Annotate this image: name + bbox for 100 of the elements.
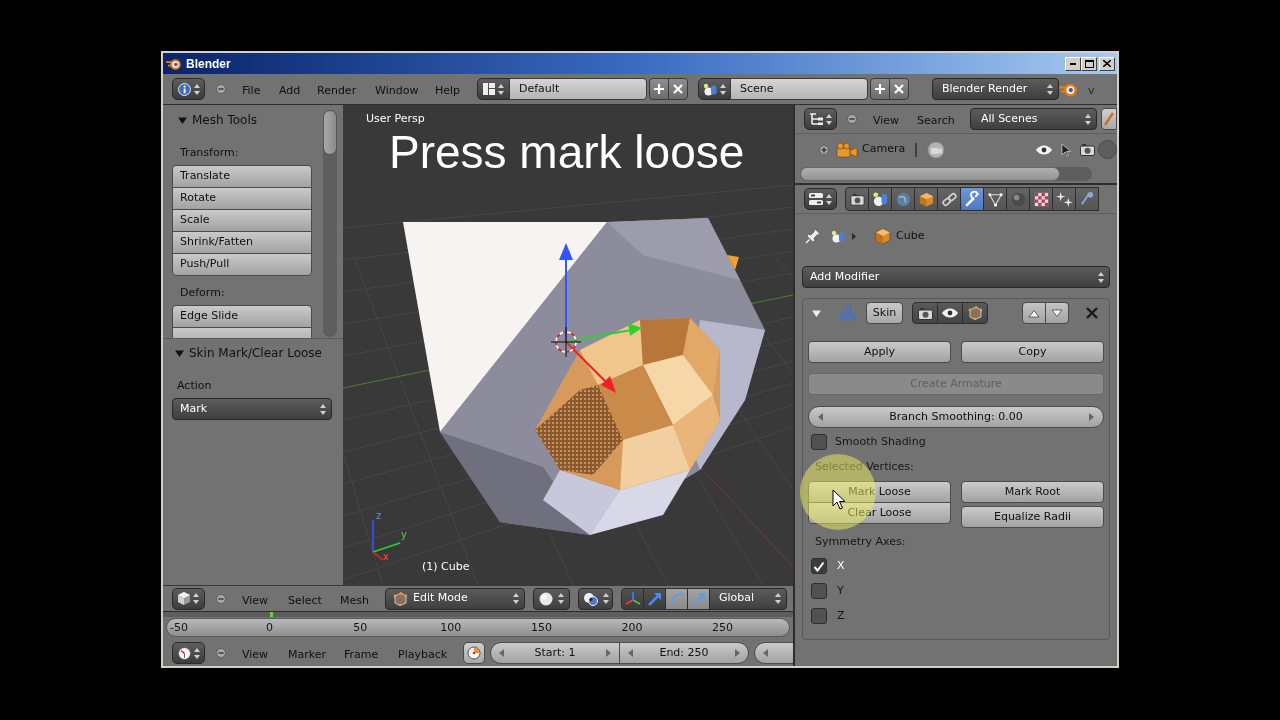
manipulator-toggle[interactable] [687,587,710,610]
arrow-right-icon [606,649,611,657]
vertex-action-button[interactable]: Equalize Radii [961,506,1104,528]
properties-tab[interactable] [891,187,915,211]
modifier-action-button[interactable]: Copy [961,341,1104,363]
checkbox[interactable] [811,583,827,599]
viewport-toggle[interactable] [937,302,963,324]
editor-type-button[interactable] [172,78,205,100]
minimize-button[interactable] [1065,56,1081,71]
editor-type-button[interactable] [804,108,837,130]
properties-tab[interactable] [960,187,984,211]
checkbox[interactable] [811,608,827,624]
panel-title[interactable]: Mesh Tools [192,111,257,129]
properties-tab[interactable] [1075,187,1099,211]
pivot-dropdown[interactable] [578,587,613,610]
tool-button[interactable]: Edge Slide [172,305,312,328]
checkbox-label[interactable]: Z [837,607,845,625]
add-button[interactable] [870,78,890,100]
checkbox[interactable] [811,434,827,450]
vertex-action-button[interactable]: Mark Loose [808,481,951,503]
tool-button[interactable]: Translate [172,165,312,188]
editor-type-button[interactable] [172,587,205,610]
manipulator-toggle[interactable] [665,587,688,610]
manipulator-toggle[interactable] [643,587,666,610]
tool-button[interactable]: Scale [172,209,312,232]
frame-ruler[interactable]: -50 0 50 100 150 200 250 [166,618,790,637]
scene-icon [871,190,889,208]
properties-tab[interactable] [1052,187,1076,211]
add-modifier-dropdown[interactable]: Add Modifier [802,266,1110,288]
move-up-button[interactable] [1022,302,1046,324]
layout-type-button[interactable] [477,78,510,100]
frame-number: 150 [530,620,552,635]
checkbox-label[interactable]: Smooth Shading [835,433,926,451]
frame-number: 250 [712,620,734,635]
checkbox-label[interactable]: X [837,557,845,575]
tool-button[interactable]: Rotate [172,187,312,210]
move-down-button[interactable] [1045,302,1069,324]
menu-item[interactable]: Window [375,84,419,97]
panel-title[interactable]: Skin Mark/Clear Loose [189,344,322,362]
menu-item[interactable]: Mesh [340,593,369,607]
editor-type-button[interactable] [804,188,837,210]
scene-field[interactable]: Scene [730,78,868,100]
menu-item[interactable]: Playback [398,648,448,661]
checkbox[interactable] [811,558,827,574]
display-mode-dropdown[interactable]: All Scenes [970,108,1097,130]
scene-type-button[interactable] [698,78,731,100]
properties-tab[interactable] [914,187,938,211]
scrollbar-thumb[interactable] [323,110,337,155]
keyframe-toggle[interactable] [463,642,485,664]
outliner-item[interactable]: Camera [862,141,906,158]
shading-dropdown[interactable] [533,587,570,610]
vertex-action-button[interactable]: Clear Loose [808,502,951,524]
vertex-action-button[interactable]: Mark Root [961,481,1104,503]
delete-button[interactable] [668,78,688,100]
tool-button[interactable]: Push/Pull [172,253,312,276]
brush-icon [1104,112,1114,126]
screen-layout-field[interactable]: Default [509,78,647,100]
delete-button[interactable] [889,78,909,100]
properties-tab[interactable] [1029,187,1053,211]
tool-button[interactable]: Shrink/Fatten [172,231,312,254]
globe-icon [894,190,912,208]
properties-tab[interactable] [868,187,892,211]
properties-tab[interactable] [937,187,961,211]
remove-modifier-button[interactable] [1084,305,1100,321]
mode-dropdown[interactable]: Edit Mode [385,587,525,610]
menu-item[interactable]: View [873,114,900,127]
action-dropdown[interactable]: Mark [172,398,332,420]
menu-item[interactable]: View [242,593,269,607]
viewport-canvas[interactable]: User Persp Press mark loose z y x (1) Cube [343,105,793,585]
outliner-tool-button[interactable] [1101,108,1117,130]
menu-item[interactable]: Add [279,84,301,97]
editor-type-button[interactable] [172,642,205,664]
scrollbar[interactable] [323,110,337,337]
menu-item[interactable]: Marker [288,648,327,661]
close-button[interactable] [1099,56,1115,71]
branch-smoothing-field[interactable]: Branch Smoothing: 0.00 [808,406,1104,428]
frame-field[interactable] [754,642,793,664]
menu-item[interactable]: Frame [344,648,379,661]
menu-item[interactable]: Search [917,114,955,127]
maximize-button[interactable] [1081,56,1097,71]
add-button[interactable] [649,78,669,100]
properties-tab[interactable] [845,187,869,211]
start-frame-field[interactable]: Start: 1 [490,642,620,664]
modifier-name-field[interactable]: Skin [866,302,903,324]
menu-item[interactable]: Render [317,84,357,97]
menu-item[interactable]: Help [435,84,461,97]
menu-item[interactable]: File [242,84,261,97]
scrollbar-thumb[interactable] [1098,140,1117,159]
end-frame-field[interactable]: End: 250 [619,642,749,664]
menu-item[interactable]: View [242,648,269,661]
modifier-action-button[interactable]: Apply [808,341,951,363]
manipulator-toggle[interactable] [621,587,644,610]
updown-arrows-icon [720,83,726,95]
orientation-dropdown[interactable]: Global [709,587,787,610]
properties-tab[interactable] [983,187,1007,211]
menu-item[interactable]: Select [288,593,322,607]
edit-mode-toggle[interactable] [962,302,988,324]
render-toggle[interactable] [912,302,938,324]
checkbox-label[interactable]: Y [837,582,844,600]
render-engine-dropdown[interactable]: Blender Render [932,78,1059,100]
